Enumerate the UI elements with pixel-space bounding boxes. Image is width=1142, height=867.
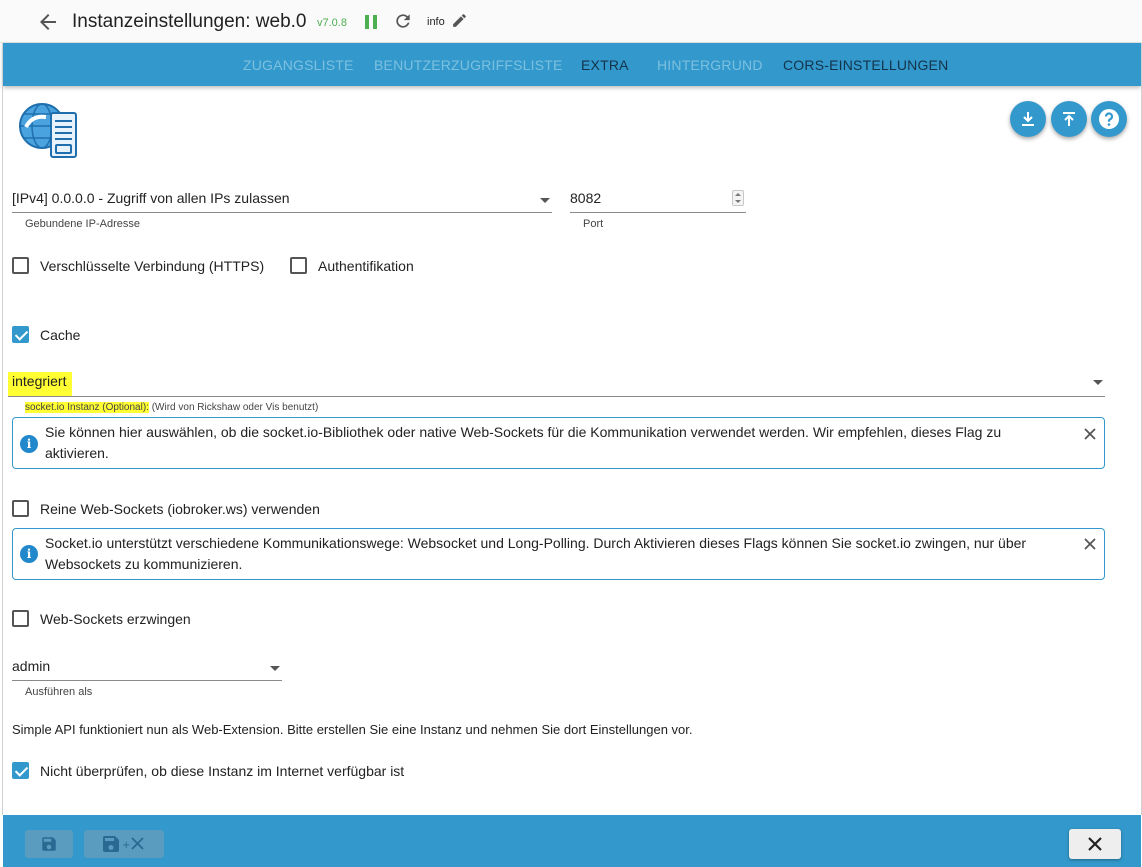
- tab-cors-einstellungen[interactable]: CORS-EINSTELLUNGEN: [783, 57, 948, 73]
- web-adapter-logo: [18, 101, 80, 161]
- no-check-checkbox[interactable]: [12, 762, 29, 779]
- run-as-helper: Ausführen als: [25, 686, 93, 698]
- tab-hintergrund[interactable]: HINTERGRUND: [657, 57, 763, 73]
- info-icon: i: [20, 545, 38, 563]
- no-check-checkbox-row[interactable]: Nicht überprüfen, ob diese Instanz im In…: [12, 762, 404, 779]
- port-helper: Port: [583, 218, 604, 230]
- save-and-close-button[interactable]: +: [84, 830, 164, 858]
- force-websockets-checkbox[interactable]: [12, 610, 29, 627]
- socketio-helper-text: (Wird von Rickshaw oder Vis benutzt): [148, 402, 319, 413]
- tab-extra[interactable]: EXTRA: [581, 57, 629, 73]
- pause-icon[interactable]: [362, 13, 380, 31]
- alert-websockets-text: Socket.io unterstützt verschiedene Kommu…: [45, 535, 1027, 572]
- tab-benutzerzugriffsliste[interactable]: BENUTZERZUGRIFFSLISTE: [374, 57, 563, 73]
- close-icon: [1088, 837, 1102, 851]
- port-value: 8082: [570, 190, 602, 206]
- pencil-icon[interactable]: [451, 12, 468, 29]
- help-icon[interactable]: [1091, 101, 1127, 137]
- info-icon: i: [20, 435, 38, 453]
- force-websockets-checkbox-row[interactable]: Web-Sockets erzwingen: [12, 610, 191, 627]
- no-check-label: Nicht überprüfen, ob diese Instanz im In…: [40, 762, 405, 779]
- port-input[interactable]: 8082: [570, 190, 746, 213]
- save-button[interactable]: [25, 830, 73, 858]
- tab-zugangsliste[interactable]: ZUGANGSLISTE: [243, 57, 354, 73]
- left-border: [2, 43, 3, 815]
- port-stepper[interactable]: [732, 190, 744, 206]
- tab-bar: ZUGANGSLISTE BENUTZERZUGRIFFSLISTE EXTRA…: [3, 43, 1141, 129]
- cache-checkbox-row[interactable]: Cache: [12, 326, 80, 343]
- dropdown-arrow-icon: [540, 198, 550, 203]
- upload-icon[interactable]: [1051, 101, 1087, 137]
- close-icon[interactable]: [1082, 536, 1098, 552]
- version-label: v7.0.8: [317, 17, 347, 29]
- socketio-value: integriert: [8, 372, 73, 396]
- force-websockets-label: Web-Sockets erzwingen: [40, 610, 191, 627]
- socketio-helper: socket.io Instanz (Optional): (Wird von …: [25, 402, 318, 413]
- simple-api-note: Simple API funktioniert nun als Web-Exte…: [12, 722, 693, 737]
- https-checkbox-row[interactable]: Verschlüsselte Verbindung (HTTPS): [12, 257, 264, 274]
- page-title: Instanzeinstellungen: web.0: [72, 11, 307, 32]
- bottom-toolbar: +: [3, 815, 1141, 867]
- pure-websockets-checkbox[interactable]: [12, 500, 29, 517]
- auth-checkbox[interactable]: [290, 257, 307, 274]
- title-bar: Instanzeinstellungen: web.0 v7.0.8 info: [0, 0, 1142, 43]
- https-label: Verschlüsselte Verbindung (HTTPS): [40, 257, 265, 274]
- socketio-select[interactable]: integriert: [8, 366, 1105, 397]
- save-close-icon: +: [103, 836, 144, 852]
- log-level-label: info: [427, 16, 445, 28]
- bind-ip-select[interactable]: [IPv4] 0.0.0.0 - Zugriff von allen IPs z…: [12, 190, 552, 213]
- close-icon[interactable]: [1082, 426, 1098, 442]
- save-icon: [42, 837, 56, 851]
- run-as-value: admin: [12, 658, 51, 674]
- pure-websockets-label: Reine Web-Sockets (iobroker.ws) verwende…: [40, 500, 320, 517]
- auth-label: Authentifikation: [318, 257, 414, 274]
- cache-label: Cache: [40, 326, 81, 343]
- svg-text:+: +: [122, 840, 130, 851]
- info-alert-socketio: i Sie können hier auswählen, ob die sock…: [12, 417, 1105, 469]
- info-alert-websockets: i Socket.io unterstützt verschiedene Kom…: [12, 528, 1105, 580]
- dropdown-arrow-icon: [270, 666, 280, 671]
- run-as-select[interactable]: admin: [12, 658, 282, 681]
- close-button[interactable]: [1069, 829, 1121, 859]
- reload-icon[interactable]: [393, 11, 413, 31]
- https-checkbox[interactable]: [12, 257, 29, 274]
- pure-websockets-checkbox-row[interactable]: Reine Web-Sockets (iobroker.ws) verwende…: [12, 500, 320, 517]
- dropdown-arrow-icon: [1093, 380, 1103, 385]
- download-icon[interactable]: [1010, 101, 1046, 137]
- auth-checkbox-row[interactable]: Authentifikation: [290, 257, 414, 274]
- bind-ip-helper: Gebundene IP-Adresse: [25, 218, 140, 230]
- bind-ip-value: [IPv4] 0.0.0.0 - Zugriff von allen IPs z…: [12, 190, 290, 206]
- cache-checkbox[interactable]: [12, 326, 29, 343]
- alert-socketio-text: Sie können hier auswählen, ob die socket…: [45, 424, 1002, 461]
- back-arrow-icon[interactable]: [36, 10, 60, 34]
- socketio-helper-highlight: socket.io Instanz (Optional):: [25, 402, 149, 413]
